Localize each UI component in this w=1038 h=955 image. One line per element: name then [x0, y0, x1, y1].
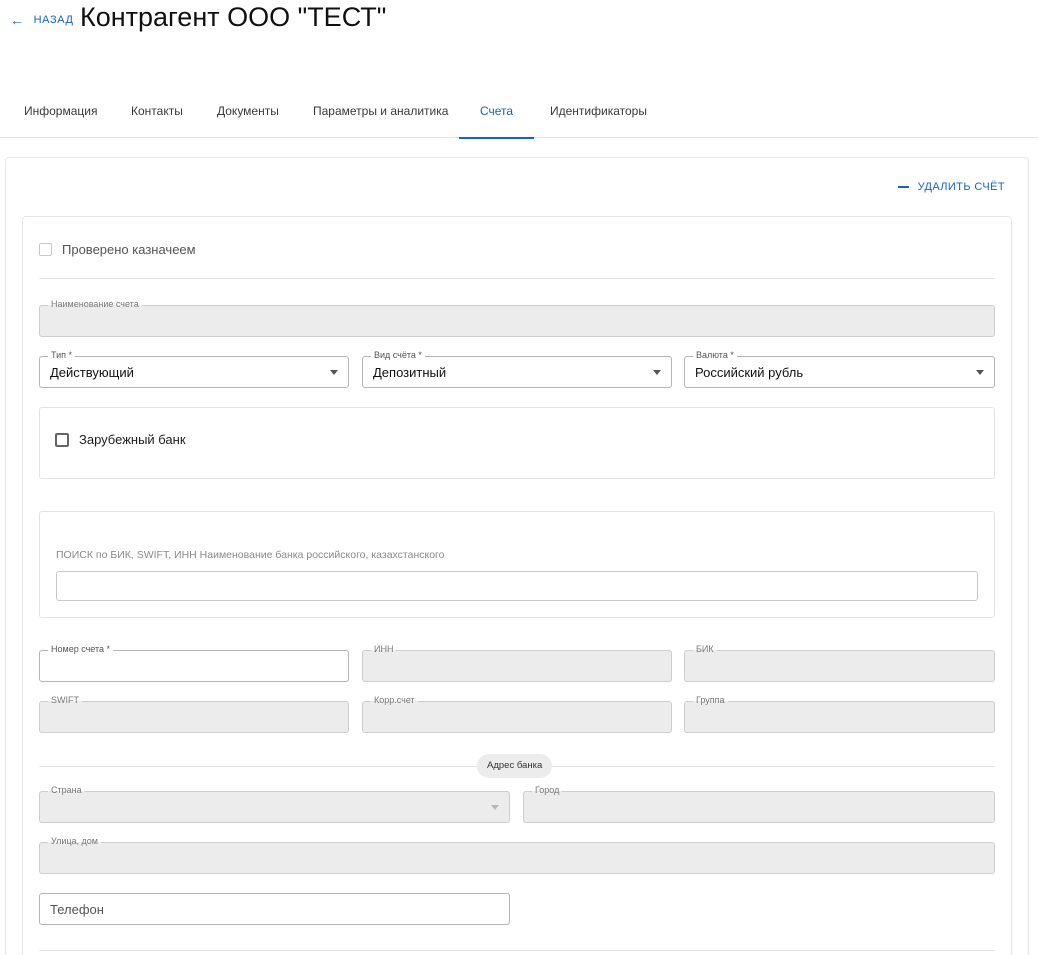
caret-down-icon [976, 370, 984, 375]
bank-search-hint: ПОИСК по БИК, SWIFT, ИНН Наименование ба… [56, 549, 445, 561]
tab-contacts[interactable]: Контакты [131, 90, 183, 138]
account-number-field[interactable]: Номер счета * [39, 644, 349, 682]
caret-down-icon [491, 805, 499, 810]
back-button[interactable]: ← НАЗАД [10, 13, 74, 27]
delete-account-button[interactable]: УДАЛИТЬ СЧЁТ [897, 181, 1005, 193]
swift-field[interactable]: SWIFT [39, 695, 349, 733]
foreign-bank-checkbox[interactable]: Зарубежный банк [55, 432, 186, 447]
tab-parameters-analytics[interactable]: Параметры и аналитика [313, 90, 448, 138]
tab-documents[interactable]: Документы [217, 90, 279, 138]
account-name-field[interactable]: Наименование счета [39, 299, 995, 337]
checkbox-icon [39, 243, 52, 256]
verified-by-treasurer-checkbox[interactable]: Проверено казначеем [39, 242, 196, 257]
type-value: Действующий [50, 365, 134, 380]
checkbox-icon [55, 432, 69, 447]
street-label: Улица, дом [48, 836, 101, 847]
bik-field[interactable]: БИК [684, 644, 995, 682]
type-label: Тип * [48, 350, 76, 361]
corr-account-field[interactable]: Корр.счет [362, 695, 672, 733]
type-select[interactable]: Тип * Действующий [39, 350, 349, 388]
tab-accounts[interactable]: Счета [458, 90, 535, 139]
foreign-bank-label: Зарубежный банк [79, 432, 186, 447]
corr-account-label: Корр.счет [371, 695, 418, 706]
bik-label: БИК [693, 644, 717, 655]
page-header: ← НАЗАД Контрагент ООО "ТЕСТ" [0, 0, 1038, 40]
divider [39, 950, 995, 951]
tab-information[interactable]: Информация [24, 90, 97, 138]
city-field[interactable]: Город [523, 785, 995, 823]
city-label: Город [532, 785, 563, 796]
currency-select[interactable]: Валюта * Российский рубль [684, 350, 995, 388]
divider [39, 278, 995, 279]
account-name-label: Наименование счета [48, 299, 142, 310]
inn-label: ИНН [371, 644, 397, 655]
bank-search-input[interactable] [56, 571, 978, 601]
bank-address-chip: Адрес банка [477, 754, 553, 778]
minus-icon [897, 186, 909, 188]
tab-bar: Информация Контакты Документы Параметры … [0, 90, 1038, 139]
bank-search-box [39, 511, 995, 618]
back-label: НАЗАД [33, 14, 74, 26]
country-label: Страна [48, 785, 85, 796]
delete-account-label: УДАЛИТЬ СЧЁТ [917, 181, 1005, 193]
page-title: Контрагент ООО "ТЕСТ" [80, 2, 387, 32]
phone-placeholder: Телефон [50, 902, 104, 917]
caret-down-icon [653, 370, 661, 375]
account-kind-select[interactable]: Вид счёта * Депозитный [362, 350, 672, 388]
currency-label: Валюта * [693, 350, 737, 361]
country-select[interactable]: Страна [39, 785, 510, 823]
phone-field[interactable]: Телефон [39, 893, 510, 925]
currency-value: Российский рубль [695, 365, 804, 380]
caret-down-icon [330, 370, 338, 375]
swift-label: SWIFT [48, 695, 82, 706]
group-field[interactable]: Группа [684, 695, 995, 733]
group-label: Группа [693, 695, 728, 706]
tab-identifiers[interactable]: Идентификаторы [550, 90, 647, 138]
street-field[interactable]: Улица, дом [39, 836, 995, 874]
verified-label: Проверено казначеем [62, 242, 196, 257]
account-kind-label: Вид счёта * [371, 350, 425, 361]
account-number-label: Номер счета * [48, 644, 114, 655]
arrow-left-icon: ← [10, 12, 25, 28]
account-kind-value: Депозитный [373, 365, 447, 380]
inn-field[interactable]: ИНН [362, 644, 672, 682]
